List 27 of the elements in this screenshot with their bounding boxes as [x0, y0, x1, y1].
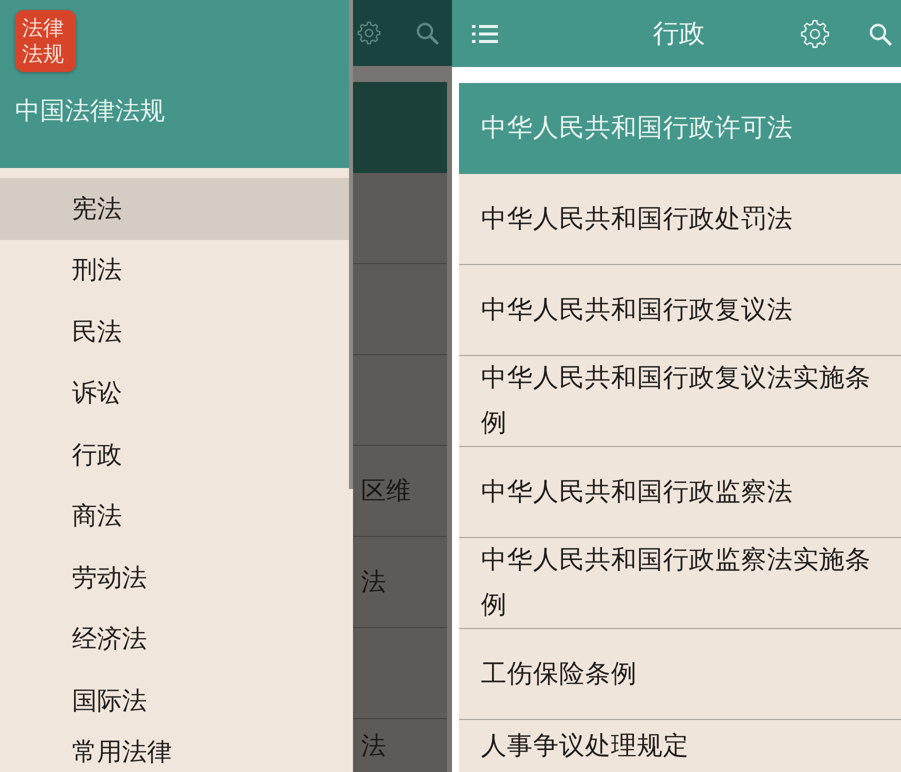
- search-icon: [415, 21, 439, 45]
- list-item[interactable]: 中华人民共和国行政监察法: [459, 447, 901, 538]
- app-title: 中国法律法规: [15, 96, 165, 126]
- screen-title: 行政: [652, 18, 706, 48]
- list-item[interactable]: 中华人民共和国行政复议法: [459, 265, 901, 356]
- menu-icon[interactable]: [472, 24, 498, 44]
- drawer-item[interactable]: 劳动法: [0, 547, 353, 608]
- list-item[interactable]: 人事争议处理规定: [459, 720, 901, 772]
- drawer-item[interactable]: 民法: [0, 301, 353, 362]
- list-item[interactable]: 中华人民共和国行政监察法实施条例: [459, 538, 901, 629]
- drawer-item[interactable]: 诉讼: [0, 362, 353, 424]
- drawer-item[interactable]: 常用法律: [0, 732, 353, 772]
- drawer-item[interactable]: 行政: [0, 424, 353, 486]
- list-item: 法: [353, 537, 447, 628]
- drawer-item[interactable]: 商法: [0, 486, 353, 547]
- drawer-item[interactable]: 刑法: [0, 240, 353, 301]
- drawer-item[interactable]: 国际法: [0, 670, 353, 732]
- gear-icon: [357, 21, 381, 45]
- list-item: 法: [353, 719, 447, 772]
- app-logo: 法律法规: [15, 10, 76, 72]
- settings-icon[interactable]: [800, 18, 830, 48]
- drawer-item[interactable]: 经济法: [0, 608, 353, 670]
- list-item[interactable]: 中华人民共和国行政复议法实施条例: [459, 356, 901, 447]
- search-icon[interactable]: [868, 22, 892, 46]
- list-item: 区维: [353, 446, 447, 537]
- list-item[interactable]: 工伤保险条例: [459, 629, 901, 720]
- list-item[interactable]: 中华人民共和国行政处罚法: [459, 174, 901, 265]
